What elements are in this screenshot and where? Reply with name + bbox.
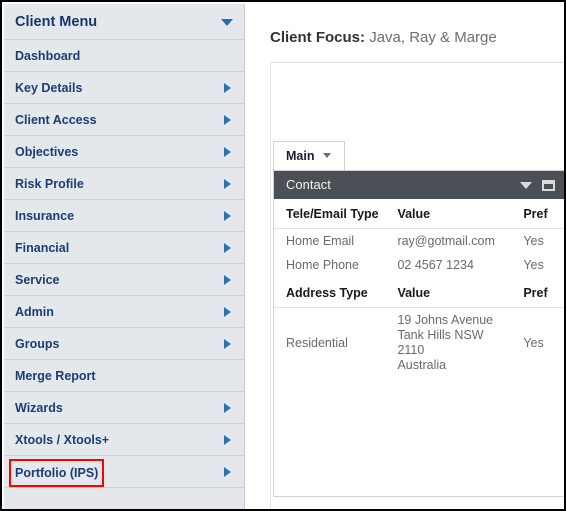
sidebar-item-label: Service xyxy=(15,273,60,287)
tab-main[interactable]: Main xyxy=(273,141,345,170)
contact-col-type: Tele/Email Type xyxy=(274,199,386,229)
contact-table-body: Home Email ray@gotmail.com Yes Home Phone 02… xyxy=(274,229,564,278)
app-window: Client Menu Dashboard Key Details Client A… xyxy=(0,0,566,511)
chevron-down-icon[interactable] xyxy=(322,153,331,158)
contact-cell-value: ray@gotmail.com xyxy=(397,234,495,248)
sidebar-item-label: Wizards xyxy=(15,401,63,415)
sidebar-item-label: Xtools / Xtools+ xyxy=(15,433,110,447)
contact-panel-title: Contact xyxy=(286,177,331,192)
chevron-right-icon[interactable] xyxy=(224,115,231,125)
table-row[interactable]: Home Phone 02 4567 1234 Yes xyxy=(274,253,564,277)
contact-cell-pref: Yes xyxy=(523,258,544,272)
contact-panel-header: Contact xyxy=(274,171,564,199)
sidebar-menu-list: Dashboard Key Details Client Access Objecti… xyxy=(4,40,244,488)
sidebar-item-label: Key Details xyxy=(15,81,83,95)
tab-main-label: Main xyxy=(286,149,315,163)
sidebar-item-label: Dashboard xyxy=(15,49,81,63)
tab-strip: Main xyxy=(273,141,564,170)
sidebar-item-financial[interactable]: Financial xyxy=(4,232,244,264)
sidebar-item-service[interactable]: Service xyxy=(4,264,244,296)
sidebar-item-label: Groups xyxy=(15,337,60,351)
sidebar-item-admin[interactable]: Admin xyxy=(4,296,244,328)
address-cell-value: 19 Johns Avenue Tank Hills NSW 2110 Austral… xyxy=(397,313,494,372)
caret-down-icon[interactable] xyxy=(520,181,532,189)
contact-table: Tele/Email Type Value Pref Home Email ray… xyxy=(274,199,564,277)
contact-col-value: Value xyxy=(385,199,512,229)
sidebar-item-portfolio-ips[interactable]: Portfolio (IPS) xyxy=(4,456,244,488)
sidebar-item-label: Admin xyxy=(15,305,54,319)
chevron-right-icon[interactable] xyxy=(224,147,231,157)
chevron-right-icon[interactable] xyxy=(224,243,231,253)
sidebar-item-merge-report[interactable]: Merge Report xyxy=(4,360,244,392)
sidebar-item-dashboard[interactable]: Dashboard xyxy=(4,40,244,72)
contact-table-header-row: Tele/Email Type Value Pref xyxy=(274,199,564,229)
sidebar-item-label: Financial xyxy=(15,241,70,255)
content-left-rule xyxy=(270,62,271,509)
sidebar-item-insurance[interactable]: Insurance xyxy=(4,200,244,232)
table-row[interactable]: Residential 19 Johns Avenue Tank Hills NSW… xyxy=(274,308,564,379)
address-col-value: Value xyxy=(385,277,512,308)
sidebar-item-label: Risk Profile xyxy=(15,177,84,191)
contact-cell-value: 02 4567 1234 xyxy=(397,258,474,272)
chevron-right-icon[interactable] xyxy=(224,467,231,477)
page-title: Client Focus: Java, Ray & Marge xyxy=(270,29,497,46)
title-divider xyxy=(270,62,564,63)
sidebar-item-risk-profile[interactable]: Risk Profile xyxy=(4,168,244,200)
page-title-value: Java, Ray & Marge xyxy=(369,29,497,46)
address-cell-pref: Yes xyxy=(523,336,544,350)
sidebar-header-label: Client Menu xyxy=(15,14,98,30)
sidebar-item-xtools-xtools[interactable]: Xtools / Xtools+ xyxy=(4,424,244,456)
sidebar-item-label: Merge Report xyxy=(15,369,96,383)
address-col-pref: Pref xyxy=(511,277,564,308)
sidebar-item-client-access[interactable]: Client Access xyxy=(4,104,244,136)
sidebar-item-label: Insurance xyxy=(15,209,75,223)
contact-panel: Contact Tele/Email Type Value Pref Home … xyxy=(273,170,564,497)
address-table-body: Residential 19 Johns Avenue Tank Hills NSW… xyxy=(274,308,564,379)
contact-cell-type: Home Email xyxy=(286,234,355,248)
address-table: Address Type Value Pref Residential 19 Jo… xyxy=(274,277,564,378)
sidebar-item-label: Objectives xyxy=(15,145,79,159)
chevron-right-icon[interactable] xyxy=(224,435,231,445)
sidebar-header-client-menu[interactable]: Client Menu xyxy=(4,4,244,40)
chevron-right-icon[interactable] xyxy=(224,275,231,285)
chevron-right-icon[interactable] xyxy=(224,211,231,221)
chevron-right-icon[interactable] xyxy=(224,179,231,189)
chevron-right-icon[interactable] xyxy=(224,83,231,93)
sidebar-item-wizards[interactable]: Wizards xyxy=(4,392,244,424)
sidebar-item-label: Client Access xyxy=(15,113,97,127)
sidebar-item-objectives[interactable]: Objectives xyxy=(4,136,244,168)
address-table-header-row: Address Type Value Pref xyxy=(274,277,564,308)
sidebar-item-key-details[interactable]: Key Details xyxy=(4,72,244,104)
contact-col-pref: Pref xyxy=(511,199,564,229)
main-content: Client Focus: Java, Ray & Marge Main Con… xyxy=(246,4,564,509)
chevron-right-icon[interactable] xyxy=(224,307,231,317)
address-col-type: Address Type xyxy=(274,277,386,308)
chevron-right-icon[interactable] xyxy=(224,403,231,413)
caret-down-icon[interactable] xyxy=(221,19,233,26)
contact-cell-pref: Yes xyxy=(523,234,544,248)
client-menu-sidebar: Client Menu Dashboard Key Details Client A… xyxy=(4,4,245,509)
page-title-label: Client Focus: xyxy=(270,29,366,46)
sidebar-item-label: Portfolio (IPS) xyxy=(8,458,105,487)
sidebar-item-groups[interactable]: Groups xyxy=(4,328,244,360)
panel-header-controls xyxy=(520,171,555,199)
contact-cell-type: Home Phone xyxy=(286,258,359,272)
address-cell-type: Residential xyxy=(286,336,348,350)
table-row[interactable]: Home Email ray@gotmail.com Yes xyxy=(274,229,564,254)
chevron-right-icon[interactable] xyxy=(224,339,231,349)
restore-icon[interactable] xyxy=(542,179,555,191)
